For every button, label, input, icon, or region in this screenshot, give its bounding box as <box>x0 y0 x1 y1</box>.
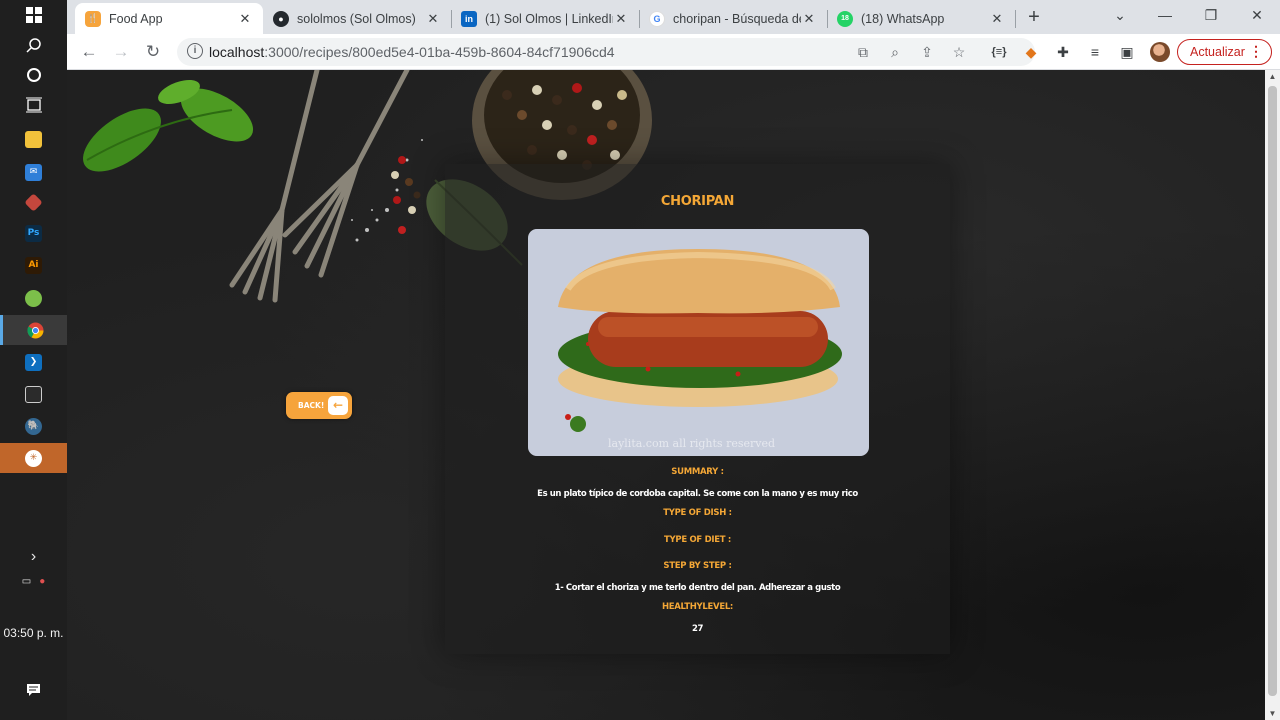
tab-whatsapp[interactable]: 18 (18) WhatsApp ✕ <box>827 3 1015 34</box>
food-app-icon: 🍴 <box>85 10 101 27</box>
steps-label: STEP BY STEP : <box>663 561 732 571</box>
tab-github[interactable]: ● sololmos (Sol Olmos) ✕ <box>263 3 451 34</box>
photoshop-icon[interactable]: Ps <box>0 218 67 248</box>
browser-toolbar: ← → ↻ i localhost:3000/recipes/800ed5e4-… <box>67 34 1280 70</box>
tab-separator <box>1015 10 1016 28</box>
red-app-icon[interactable] <box>0 187 67 217</box>
google-icon: G <box>649 10 665 27</box>
tab-title: Food App <box>109 11 163 26</box>
summary-label: SUMMARY : <box>671 467 724 477</box>
address-bar[interactable]: i localhost:3000/recipes/800ed5e4-01ba-4… <box>177 38 1035 66</box>
illustrator-icon[interactable]: Ai <box>0 250 67 280</box>
postgres-icon[interactable]: 🐘 <box>0 411 67 441</box>
chrome-icon[interactable] <box>0 315 67 345</box>
tab-linkedin[interactable]: in (1) Sol Olmos | LinkedIn ✕ <box>451 3 639 34</box>
url-text[interactable]: localhost:3000/recipes/800ed5e4-01ba-459… <box>209 44 615 60</box>
image-watermark: laylita.com all rights reserved <box>608 437 775 450</box>
tab-food-app[interactable]: 🍴 Food App ✕ <box>75 3 263 34</box>
zoom-icon[interactable]: ⌕ <box>885 42 905 62</box>
linkedin-icon: in <box>461 10 477 27</box>
page-scrollbar[interactable]: ▲ ▼ <box>1265 70 1280 720</box>
tab-title: (1) Sol Olmos | LinkedIn <box>485 11 613 26</box>
translate-icon[interactable]: ⧉ <box>853 42 873 62</box>
tab-title: (18) WhatsApp <box>861 11 945 26</box>
health-score-value: 27 <box>691 624 704 634</box>
close-icon[interactable]: ✕ <box>801 11 817 27</box>
mail-icon[interactable]: ✉ <box>0 157 67 187</box>
close-icon[interactable]: ✕ <box>613 11 629 27</box>
tab-search-icon[interactable]: ⌄ <box>1097 4 1143 28</box>
scroll-up-arrow-icon[interactable]: ▲ <box>1265 72 1280 81</box>
scroll-down-arrow-icon[interactable]: ▼ <box>1265 709 1280 718</box>
windows-start-icon[interactable] <box>0 0 67 30</box>
tab-title: choripan - Búsqueda de Google <box>673 11 801 26</box>
json-extension-icon[interactable]: {≡} <box>989 42 1009 62</box>
update-button[interactable]: Actualizar ⋮ <box>1177 39 1272 65</box>
orange-app-icon[interactable]: ✳ <box>0 443 67 473</box>
tray-icons[interactable]: ▭ ● <box>0 566 67 596</box>
summary-text: Es un plato típico de cordoba capital. S… <box>537 489 858 499</box>
metamask-icon[interactable]: ◆ <box>1021 42 1041 62</box>
url-host: localhost <box>209 44 265 60</box>
green-app-icon[interactable] <box>0 283 67 313</box>
new-tab-button[interactable]: + <box>1022 6 1046 30</box>
whatsapp-icon: 18 <box>837 10 853 27</box>
reload-icon[interactable]: ↻ <box>141 40 165 64</box>
notifications-icon[interactable] <box>0 675 67 705</box>
browser-tab-strip: 🍴 Food App ✕ ● sololmos (Sol Olmos) ✕ in… <box>67 0 1280 34</box>
file-explorer-icon[interactable] <box>0 124 67 154</box>
url-path: :3000/recipes/800ed5e4-01ba-459b-8604-84… <box>264 44 615 60</box>
back-button[interactable]: BACK! ← <box>286 392 352 419</box>
site-info-icon[interactable]: i <box>187 43 203 59</box>
extensions-puzzle-icon[interactable]: ✚ <box>1053 42 1073 62</box>
side-panel-icon[interactable]: ▣ <box>1117 42 1137 62</box>
close-icon[interactable]: ✕ <box>989 11 1005 27</box>
windows-taskbar: ✉ Ps Ai ❯ 🐘 ✳ › ▭ ● 03:50 p. m. <box>0 0 67 720</box>
window-close-button[interactable]: ✕ <box>1234 4 1280 28</box>
choripan-photo: laylita.com all rights reserved <box>528 229 869 456</box>
task-view-icon[interactable] <box>0 90 67 120</box>
scroll-thumb[interactable] <box>1268 86 1277 696</box>
tab-title: sololmos (Sol Olmos) <box>297 11 416 26</box>
steps-text: 1- Cortar el choriza y me terlo dentro d… <box>554 583 841 593</box>
restore-button[interactable]: ❐ <box>1188 4 1234 28</box>
profile-avatar[interactable] <box>1150 42 1170 62</box>
more-menu-icon[interactable]: ⋮ <box>1249 43 1263 60</box>
dish-type-label: TYPE OF DISH : <box>663 508 732 518</box>
health-score-label: HEALTHYLEVEL: <box>661 602 734 612</box>
diet-type-label: TYPE OF DIET : <box>664 535 731 545</box>
back-button-label: BACK! <box>298 401 325 410</box>
vscode-icon[interactable]: ❯ <box>0 347 67 377</box>
update-label: Actualizar <box>1190 45 1245 59</box>
close-icon[interactable]: ✕ <box>425 11 441 27</box>
back-arrow-icon[interactable]: ← <box>77 40 101 64</box>
bookmark-star-icon[interactable]: ☆ <box>949 42 969 62</box>
cortana-icon[interactable] <box>0 60 67 90</box>
forward-arrow-icon[interactable]: → <box>109 40 133 64</box>
whatsapp-badge: 18 <box>841 15 849 22</box>
system-clock[interactable]: 03:50 p. m. <box>0 626 67 640</box>
arrow-left-icon: ← <box>328 396 348 415</box>
terminal-icon[interactable] <box>0 379 67 409</box>
media-queue-icon[interactable]: ≡ <box>1085 42 1105 62</box>
dish-image: laylita.com all rights reserved <box>528 229 869 456</box>
search-icon[interactable] <box>0 30 67 60</box>
share-icon[interactable]: ⇪ <box>917 42 937 62</box>
page-viewport: CHORIPAN laylita.com all rights reserved… <box>67 70 1265 720</box>
close-icon[interactable]: ✕ <box>237 11 253 27</box>
tab-google-search[interactable]: G choripan - Búsqueda de Google ✕ <box>639 3 827 34</box>
recipe-title: CHORIPAN <box>660 194 735 209</box>
minimize-button[interactable]: — <box>1142 4 1188 28</box>
github-icon: ● <box>273 10 289 27</box>
